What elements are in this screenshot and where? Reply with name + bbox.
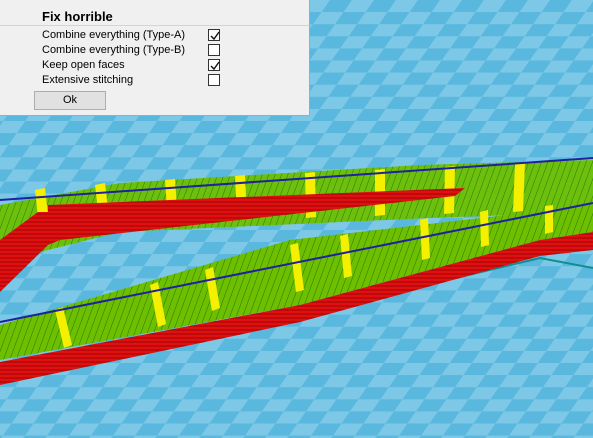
dialog-title: Fix horrible (42, 9, 113, 24)
checkbox-combine-type-b[interactable] (208, 44, 220, 56)
checkmark-icon (210, 61, 220, 71)
checkbox-keep-open-faces[interactable] (208, 59, 220, 71)
checkbox-combine-type-a[interactable] (208, 29, 220, 41)
option-label-keep-open-faces: Keep open faces (42, 59, 125, 71)
checkmark-icon (210, 31, 220, 41)
title-separator (0, 25, 309, 26)
option-label-combine-type-b: Combine everything (Type-B) (42, 44, 186, 56)
option-label-extensive-stitching: Extensive stitching (42, 74, 134, 86)
fix-horrible-dialog: Fix horrible Combine everything (Type-A)… (0, 0, 310, 116)
option-label-combine-type-a: Combine everything (Type-A) (42, 29, 186, 41)
checkbox-extensive-stitching[interactable] (208, 74, 220, 86)
ok-button[interactable]: Ok (34, 91, 106, 110)
